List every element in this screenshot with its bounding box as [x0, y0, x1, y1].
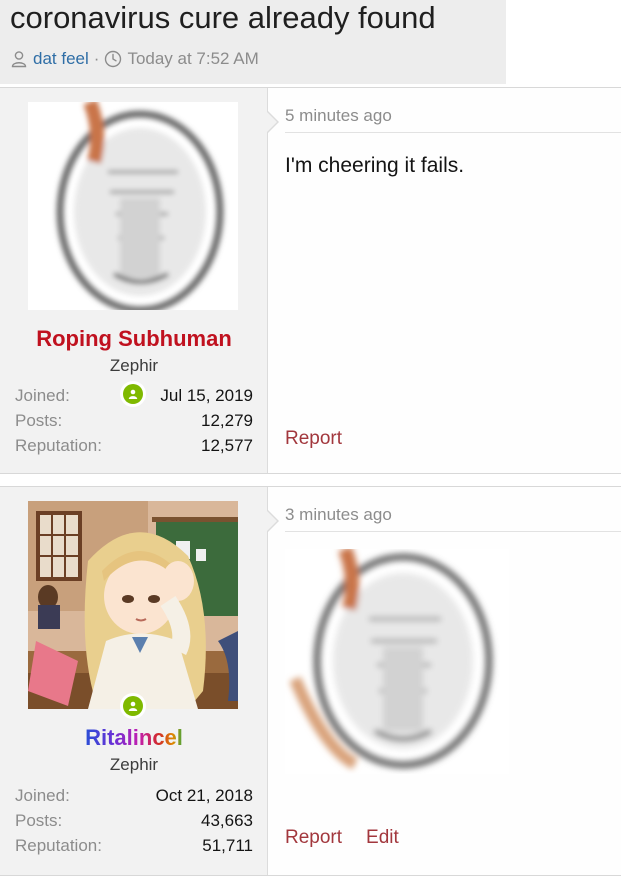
avatar[interactable]: [28, 102, 238, 310]
post-time-link[interactable]: 3 minutes ago: [285, 505, 392, 525]
stat-row: Reputation: 51,711: [15, 833, 253, 858]
user-icon: [11, 51, 27, 68]
post-main: 3 minutes ago Report Edit: [268, 487, 621, 875]
divider: [285, 132, 621, 133]
thread-meta: dat feel · Today at 7:52 AM: [10, 49, 259, 69]
post-actions: Report: [285, 428, 342, 450]
stat-row: Posts: 12,279: [15, 408, 253, 433]
thread-title: coronavirus cure already found: [10, 0, 436, 35]
stat-label: Reputation:: [15, 836, 102, 855]
post-actions: Report Edit: [285, 827, 399, 849]
avatar[interactable]: [28, 501, 238, 709]
stat-value: 12,577: [201, 436, 253, 455]
clock-icon: [105, 50, 122, 68]
stat-label: Joined:: [15, 786, 70, 805]
report-button[interactable]: Report: [285, 428, 342, 450]
username[interactable]: Ritalincel: [0, 725, 268, 751]
stat-row: Joined: Jul 15, 2019: [15, 383, 253, 408]
thread-header: coronavirus cure already found dat feel …: [0, 0, 506, 84]
user-stats: Joined: Oct 21, 2018 Posts: 43,663 Reput…: [15, 783, 253, 858]
stat-row: Posts: 43,663: [15, 808, 253, 833]
stat-row: Reputation: 12,577: [15, 433, 253, 458]
username-text: Ritalincel: [85, 725, 183, 750]
stat-value: 43,663: [201, 811, 253, 830]
meta-separator: ·: [93, 49, 100, 68]
user-title: Zephir: [109, 356, 159, 375]
avatar-image: [28, 501, 238, 709]
user-title: Zephir: [109, 755, 159, 774]
thread-date-link[interactable]: Today at 7:52 AM: [127, 49, 258, 69]
stat-label: Posts:: [15, 811, 63, 830]
post-time-link[interactable]: 5 minutes ago: [285, 106, 392, 126]
stat-row: Joined: Oct 21, 2018: [15, 783, 253, 808]
stat-label: Posts:: [15, 411, 63, 430]
edit-button[interactable]: Edit: [366, 827, 399, 849]
post: Roping Subhuman Zephir Joined: Jul 15, 2…: [0, 87, 621, 474]
post-body: I'm cheering it fails.: [285, 154, 465, 177]
post-user-panel: Roping Subhuman Zephir Joined: Jul 15, 2…: [0, 88, 268, 473]
post-main: 5 minutes ago I'm cheering it fails. Rep…: [268, 88, 621, 473]
stat-value: Jul 15, 2019: [160, 386, 253, 405]
stat-value: 51,711: [202, 836, 253, 855]
username[interactable]: Roping Subhuman: [0, 326, 268, 352]
thread-page: coronavirus cure already found dat feel …: [0, 0, 621, 876]
avatar-image: [28, 102, 238, 310]
post: Ritalincel Zephir Joined: Oct 21, 2018 P…: [0, 486, 621, 876]
online-status-icon: [120, 693, 146, 719]
stat-value: 12,279: [201, 411, 253, 430]
post-image[interactable]: [285, 549, 509, 774]
divider: [285, 531, 621, 532]
user-stats: Joined: Jul 15, 2019 Posts: 12,279 Reput…: [15, 383, 253, 458]
thread-author-link[interactable]: dat feel: [33, 49, 89, 69]
report-button[interactable]: Report: [285, 827, 342, 849]
stat-value: Oct 21, 2018: [155, 786, 253, 805]
post-user-panel: Ritalincel Zephir Joined: Oct 21, 2018 P…: [0, 487, 268, 875]
stat-label: Joined:: [15, 386, 70, 405]
stat-label: Reputation:: [15, 436, 102, 455]
